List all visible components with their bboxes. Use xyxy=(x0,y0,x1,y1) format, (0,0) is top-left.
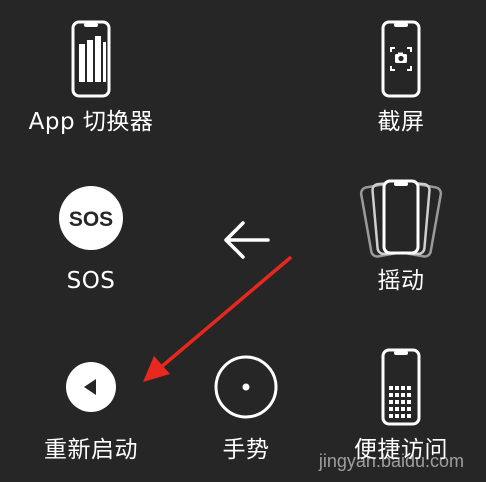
menu-item-screenshot[interactable]: 截屏 xyxy=(326,14,476,136)
screenshot-icon xyxy=(356,14,446,104)
menu-item-reachability[interactable]: 便捷访问 xyxy=(326,342,476,464)
menu-item-label: 手势 xyxy=(222,437,270,463)
back-arrow-icon[interactable] xyxy=(218,215,274,265)
menu-item-label: SOS xyxy=(66,268,116,294)
menu-item-label: 重新启动 xyxy=(44,437,138,463)
menu-item-label: App 切换器 xyxy=(28,109,154,135)
menu-item-shake[interactable]: 摇动 xyxy=(326,173,476,295)
menu-item-sos[interactable]: SOS SOS xyxy=(16,173,166,295)
menu-item-label: 截屏 xyxy=(377,109,425,135)
watermark: jingyan.baidu.com xyxy=(318,451,464,471)
menu-item-label: 摇动 xyxy=(377,268,425,294)
reachability-icon xyxy=(356,342,446,432)
menu-item-app-switcher[interactable]: App 切换器 xyxy=(16,14,166,136)
menu-item-restart[interactable]: 重新启动 xyxy=(16,342,166,464)
menu-item-gesture[interactable]: 手势 xyxy=(171,342,321,464)
sos-icon: SOS xyxy=(46,173,136,263)
gesture-icon xyxy=(201,342,291,432)
shake-icon xyxy=(356,173,446,263)
sos-icon-text: SOS xyxy=(69,208,113,231)
restart-icon xyxy=(46,342,136,432)
app-switcher-icon xyxy=(46,14,136,104)
